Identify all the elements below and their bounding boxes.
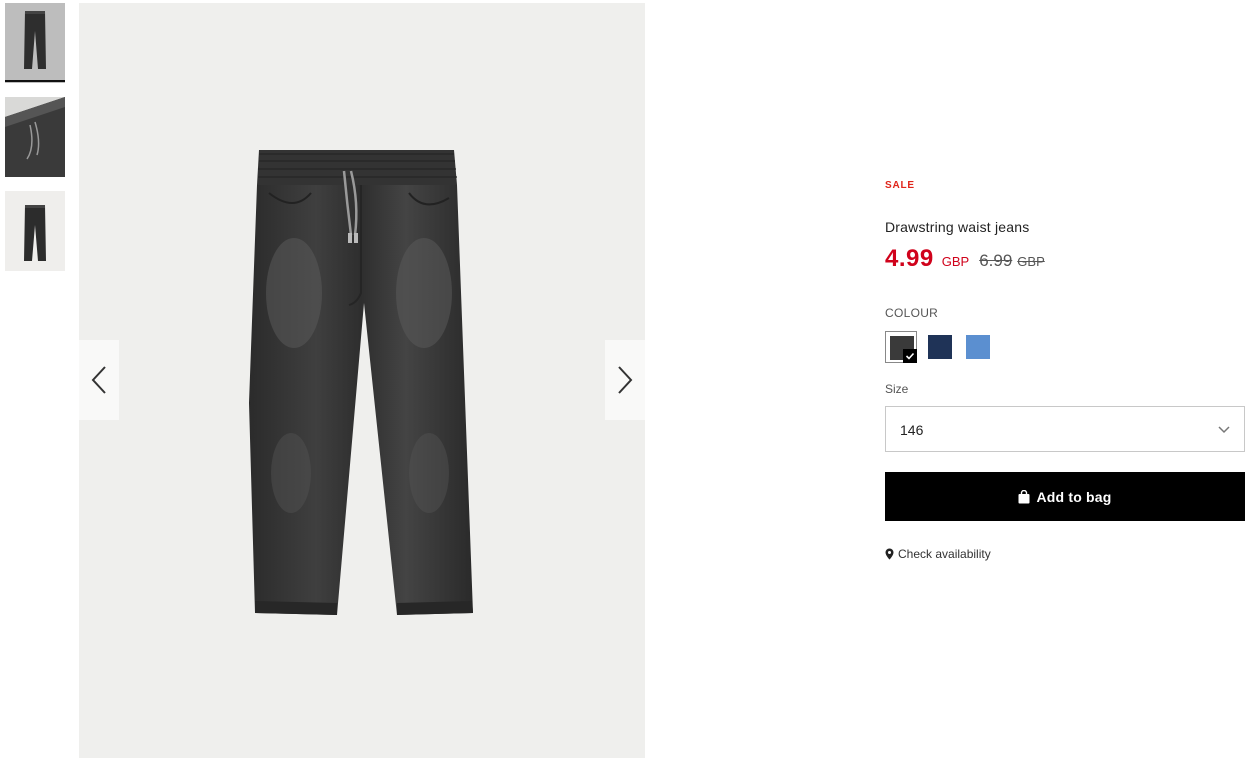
colour-swatch-black[interactable]: [885, 331, 917, 363]
sale-badge: SALE: [885, 180, 915, 191]
swatch-chip: [928, 335, 952, 359]
check-icon: [903, 349, 917, 363]
original-price-currency: GBP: [1017, 254, 1045, 269]
main-product-image: [79, 3, 645, 758]
thumbnail-back-view[interactable]: [5, 191, 65, 271]
next-image-button[interactable]: [605, 340, 645, 420]
size-selected-value: 146: [900, 422, 924, 438]
check-availability-label: Check availability: [898, 547, 991, 561]
check-availability-link[interactable]: Check availability: [885, 547, 991, 561]
jeans-back-thumbnail-image: [24, 205, 46, 261]
thumbnail-waist-detail[interactable]: [5, 97, 65, 177]
active-thumbnail-indicator: [5, 80, 65, 82]
chevron-left-icon: [91, 366, 106, 394]
chevron-down-icon: [1218, 426, 1230, 434]
colour-swatch-light-blue[interactable]: [962, 331, 994, 363]
swatch-chip: [966, 335, 990, 359]
original-price: 6.99: [979, 251, 1013, 270]
location-pin-icon: [885, 548, 894, 560]
colour-swatch-navy[interactable]: [924, 331, 956, 363]
chevron-right-icon: [618, 366, 633, 394]
thumbnail-front-view[interactable]: [5, 3, 65, 83]
add-to-bag-label: Add to bag: [1036, 488, 1112, 505]
add-to-bag-button[interactable]: Add to bag: [885, 472, 1245, 521]
shopping-bag-icon: [1018, 489, 1030, 503]
current-price-currency: GBP: [941, 254, 970, 269]
size-select[interactable]: 146: [885, 406, 1245, 452]
jeans-detail-thumbnail-image: [5, 97, 65, 177]
price-row: 4.99 GBP 6.99 GBP: [885, 245, 1045, 273]
product-title: Drawstring waist jeans: [885, 219, 1030, 235]
size-label: Size: [885, 382, 909, 396]
previous-image-button[interactable]: [79, 340, 119, 420]
colour-label: COLOUR: [885, 306, 939, 320]
jeans-image: [249, 150, 473, 615]
current-price: 4.99: [885, 245, 934, 272]
jeans-thumbnail-image: [24, 11, 46, 69]
